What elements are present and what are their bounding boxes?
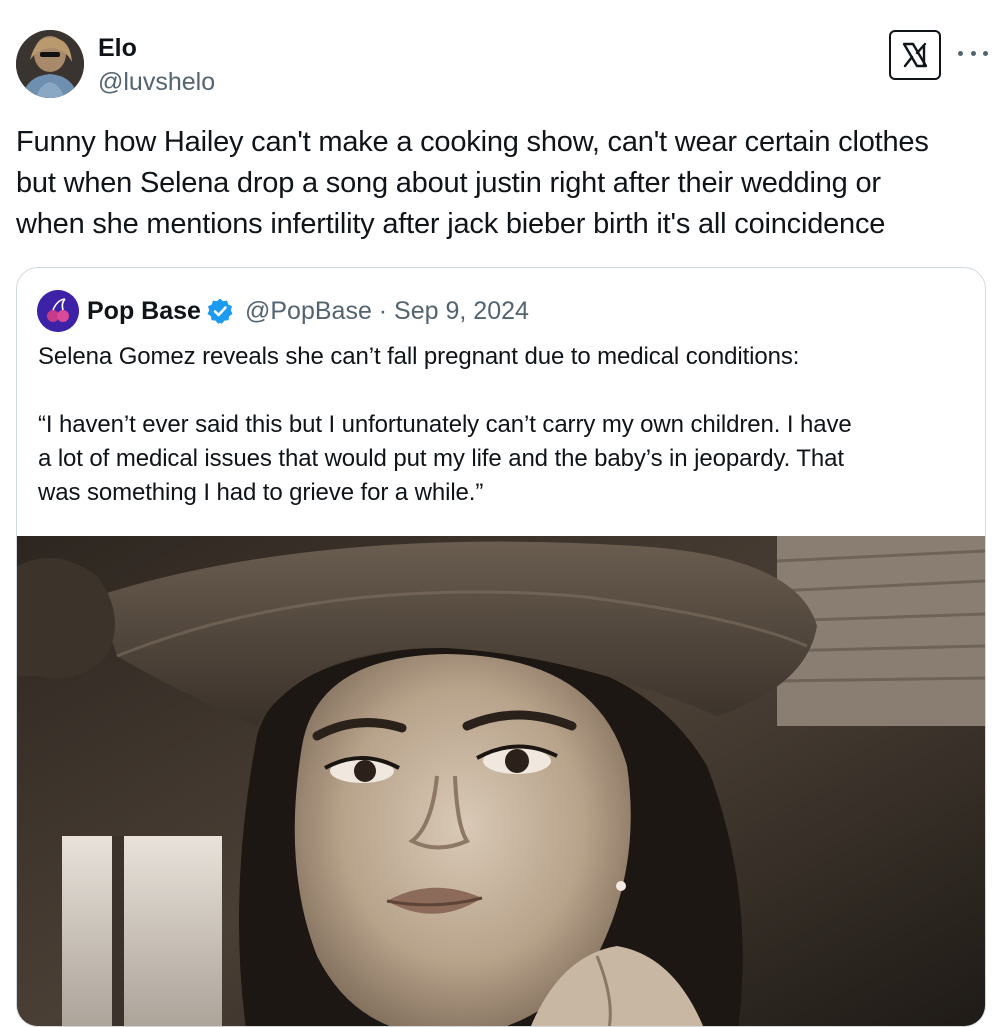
quoted-tweet-card[interactable]: Pop Base @PopBase · Sep 9, 2024 Selena G… — [16, 267, 986, 1027]
quoted-handle-date[interactable]: @PopBase · Sep 9, 2024 — [245, 296, 529, 326]
quoted-text-line: was something I had to grieve for a whil… — [38, 479, 484, 506]
tweet-text-line: Funny how Hailey can't make a cooking sh… — [16, 126, 929, 158]
verified-badge-icon — [206, 297, 234, 325]
tweet: Elo @luvshelo Funny how Hailey can't mak… — [0, 0, 1000, 1027]
sepia-portrait-photo — [17, 536, 985, 1026]
quoted-text-line: a lot of medical issues that would put m… — [38, 445, 844, 472]
author-avatar[interactable] — [16, 30, 84, 98]
more-options-icon[interactable] — [958, 38, 988, 68]
dot — [983, 50, 988, 56]
pop-base-logo-icon — [37, 290, 79, 332]
x-glyph — [902, 42, 928, 68]
quoted-text-line: “I haven’t ever said this but I unfortun… — [38, 411, 852, 438]
tweet-text: Funny how Hailey can't make a cooking sh… — [16, 122, 991, 245]
quoted-author-name[interactable]: Pop Base — [87, 296, 201, 326]
profile-photo — [16, 30, 84, 98]
tweet-text-line: but when Selena drop a song about justin… — [16, 167, 881, 199]
dot — [958, 50, 963, 56]
quoted-media-photo[interactable] — [17, 536, 985, 1026]
tweet-text-line: when she mentions infertility after jack… — [16, 208, 886, 240]
quoted-tweet-text: Selena Gomez reveals she can’t fall preg… — [38, 340, 968, 510]
quoted-text-line: Selena Gomez reveals she can’t fall preg… — [38, 343, 800, 370]
quoted-author-avatar[interactable] — [37, 290, 79, 332]
dot — [970, 50, 976, 56]
author-name[interactable]: Elo — [98, 34, 137, 62]
author-handle[interactable]: @luvshelo — [98, 68, 215, 96]
x-logo-icon[interactable] — [889, 30, 941, 80]
